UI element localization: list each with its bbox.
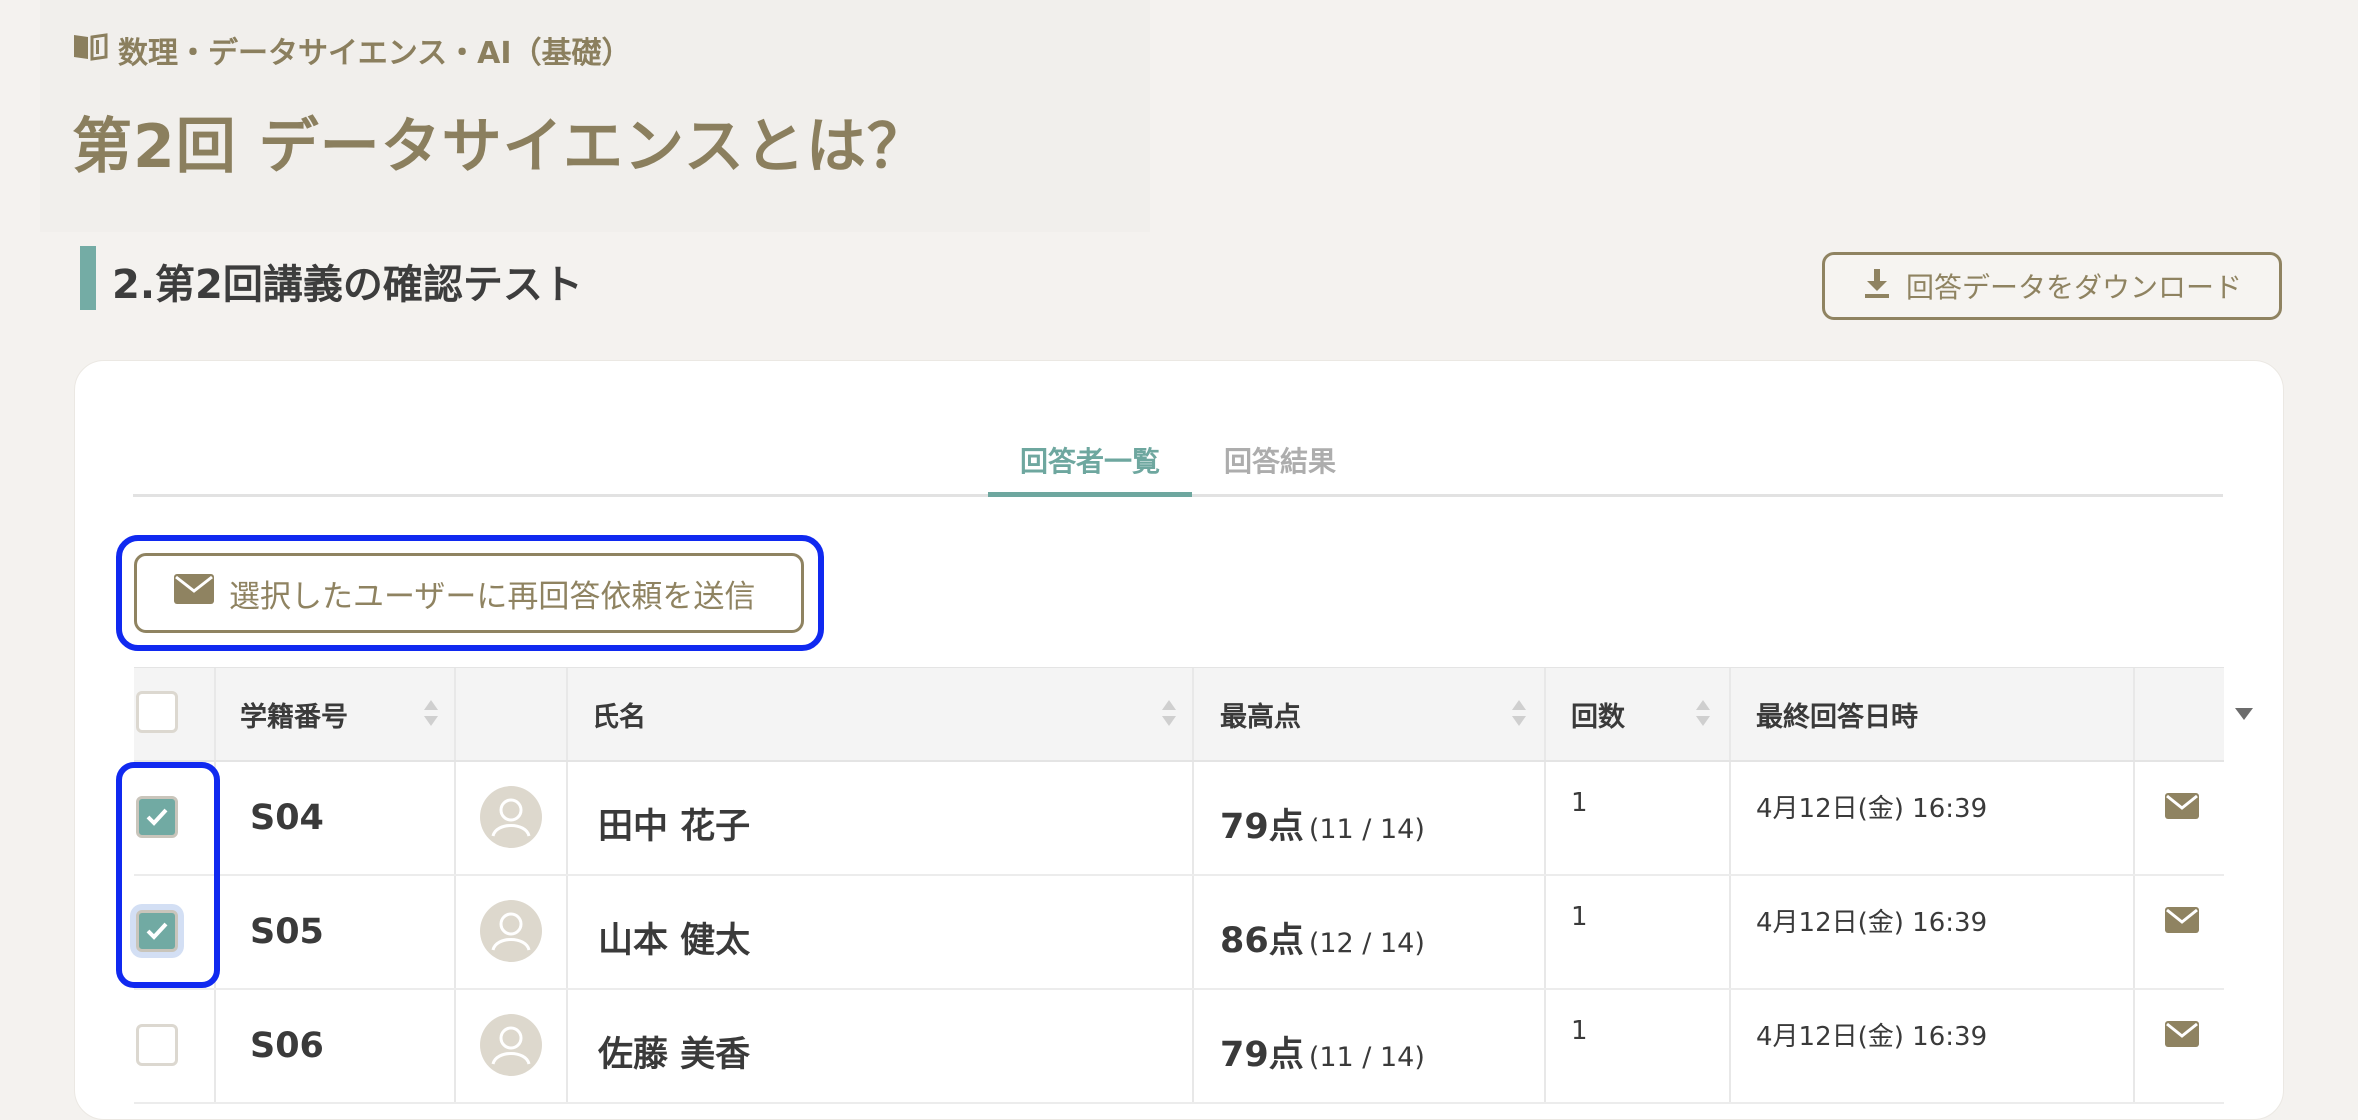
sort-icon[interactable] (422, 698, 440, 732)
top-score: 79点 (11 / 14) (1220, 1035, 1425, 1075)
answer-count: 1 (1571, 788, 1588, 818)
top-score: 79点 (11 / 14) (1220, 807, 1425, 847)
mail-icon (173, 573, 215, 613)
sort-icon[interactable] (1510, 698, 1528, 732)
col-last-answer[interactable]: 最終回答日時 (1756, 668, 1918, 760)
avatar-icon (480, 786, 542, 848)
mail-icon[interactable] (2164, 1020, 2200, 1052)
course-breadcrumb: 数理・データサイエンス・AI（基礎） (72, 30, 632, 71)
check-icon (146, 808, 168, 826)
sort-icon[interactable] (1694, 698, 1712, 732)
table-row: S05 山本 健太 86点 (12 / 14) 1 4月12日(金) 16:39 (134, 876, 2224, 990)
student-name: 田中 花子 (598, 807, 751, 847)
answer-count: 1 (1571, 1016, 1588, 1046)
download-icon (1862, 267, 1892, 306)
row-checkbox[interactable] (136, 910, 178, 952)
course-name: 数理・データサイエンス・AI（基礎） (118, 36, 632, 71)
avatar-icon (480, 1014, 542, 1076)
last-answer-date: 4月12日(金) 16:39 (1756, 908, 1988, 938)
sort-icon[interactable] (1160, 698, 1178, 732)
last-answer-date: 4月12日(金) 16:39 (1756, 794, 1988, 824)
col-student-id[interactable]: 学籍番号 (240, 668, 348, 760)
sort-desc-icon[interactable] (2234, 706, 2254, 725)
table-row: S06 佐藤 美香 79点 (11 / 14) 1 4月12日(金) 16:39 (134, 990, 2224, 1104)
mail-icon[interactable] (2164, 906, 2200, 938)
student-name: 山本 健太 (598, 921, 751, 961)
student-id: S06 (250, 1026, 324, 1066)
resend-label: 選択したユーザーに再回答依頼を送信 (229, 578, 756, 615)
page-title: 第2回 データサイエンスとは？ (72, 112, 928, 182)
book-icon (72, 31, 108, 69)
answer-count: 1 (1571, 902, 1588, 932)
student-id: S04 (250, 798, 324, 838)
download-label: 回答データをダウンロード (1905, 271, 2242, 304)
row-checkbox[interactable] (136, 1024, 178, 1066)
active-tab-indicator (988, 492, 1192, 497)
row-checkbox[interactable] (136, 796, 178, 838)
last-answer-date: 4月12日(金) 16:39 (1756, 1022, 1988, 1052)
col-top-score[interactable]: 最高点 (1220, 668, 1301, 760)
section-title: 2.第2回講義の確認テスト (112, 262, 583, 308)
section-accent-bar (80, 246, 96, 310)
check-icon (146, 922, 168, 940)
col-name[interactable]: 氏名 (592, 668, 646, 760)
respondents-table: 学籍番号 氏名 最高点 回数 最終回答日時 S04 田中 花子 79点 (11 … (134, 667, 2253, 1104)
student-name: 佐藤 美香 (598, 1035, 751, 1075)
table-row: S04 田中 花子 79点 (11 / 14) 1 4月12日(金) 16:39 (134, 762, 2224, 876)
tab-respondents[interactable]: 回答者一覧 (988, 440, 1192, 480)
tab-results[interactable]: 回答結果 (1224, 440, 1336, 480)
download-answers-button[interactable]: 回答データをダウンロード (1822, 252, 2282, 320)
table-header: 学籍番号 氏名 最高点 回数 最終回答日時 (134, 667, 2253, 762)
mail-icon[interactable] (2164, 792, 2200, 824)
top-score: 86点 (12 / 14) (1220, 921, 1425, 961)
avatar-icon (480, 900, 542, 962)
col-count[interactable]: 回数 (1571, 668, 1625, 760)
select-all-checkbox[interactable] (136, 691, 178, 733)
resend-request-button[interactable]: 選択したユーザーに再回答依頼を送信 (134, 553, 804, 633)
student-id: S05 (250, 912, 324, 952)
